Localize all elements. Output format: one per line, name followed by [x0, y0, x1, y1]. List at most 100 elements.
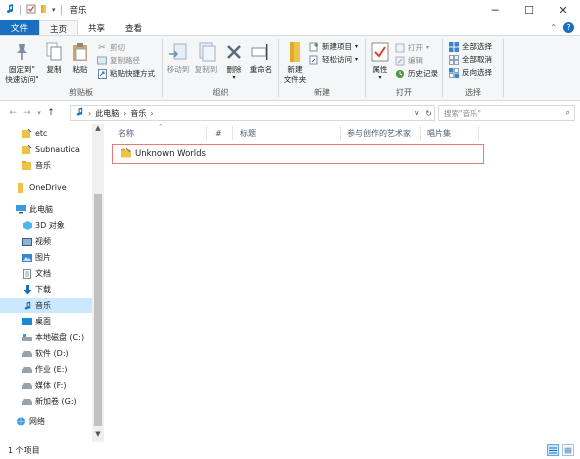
search-icon[interactable]: ⌕: [566, 108, 570, 118]
scroll-up-arrow-icon[interactable]: ▲: [92, 124, 104, 136]
column-divider[interactable]: [232, 126, 233, 140]
nav-item-etc[interactable]: etc: [0, 126, 92, 141]
history-label: 历史记录: [408, 69, 438, 78]
this-pc-icon: [16, 205, 26, 215]
details-view-icon[interactable]: [547, 444, 559, 456]
delete-button[interactable]: 删除 ▾: [223, 40, 245, 81]
nav-item-downloads[interactable]: 下载: [0, 282, 92, 297]
navigation-pane: etc Subnautica 音乐 OneDrive 此电脑 3D 对象 视频 …: [0, 124, 104, 442]
nav-item-3d-objects[interactable]: 3D 对象: [0, 218, 92, 233]
tab-file[interactable]: 文件: [0, 20, 40, 36]
move-to-button[interactable]: 移动到: [165, 40, 191, 75]
column-header-number[interactable]: #: [215, 124, 222, 142]
easy-access-button[interactable]: 轻松访问 ▾: [309, 54, 358, 65]
nav-item-network[interactable]: 网络: [0, 414, 92, 429]
column-header-album[interactable]: 唱片集: [427, 124, 451, 142]
column-header-name[interactable]: 名称: [118, 124, 134, 142]
select-all-button[interactable]: 全部选择: [449, 41, 492, 52]
new-item-button[interactable]: 新建项目 ▾: [309, 41, 358, 52]
tab-view[interactable]: 查看: [115, 20, 152, 36]
forward-arrow-icon[interactable]: →: [20, 108, 34, 118]
nav-item-desktop[interactable]: 桌面: [0, 314, 92, 329]
rename-button[interactable]: 重命名: [247, 40, 275, 75]
properties-button[interactable]: 属性 ▾: [368, 40, 392, 81]
column-divider[interactable]: [478, 126, 479, 140]
paste-button[interactable]: 粘贴: [68, 40, 92, 75]
cut-button[interactable]: ✂ 剪切: [97, 42, 125, 53]
tab-home[interactable]: 主页: [39, 20, 79, 36]
address-dropdown-icon[interactable]: ∨: [414, 109, 419, 117]
properties-dropdown-icon[interactable]: ▾: [378, 75, 381, 81]
ribbon-collapse-icon[interactable]: ⌃: [550, 23, 557, 32]
invert-selection-label: 反向选择: [462, 68, 492, 77]
column-divider[interactable]: [206, 126, 207, 140]
nav-item-pictures[interactable]: 图片: [0, 250, 92, 265]
nav-item-label: Subnautica: [35, 145, 80, 154]
nav-item-drive-f[interactable]: 媒体 (F:): [0, 378, 92, 393]
nav-item-subnautica[interactable]: Subnautica: [0, 142, 92, 157]
delete-dropdown-icon[interactable]: ▾: [232, 75, 235, 81]
close-button[interactable]: ✕: [546, 0, 580, 20]
music-location-icon: [75, 107, 84, 119]
column-divider[interactable]: [420, 126, 421, 140]
paste-shortcut-button[interactable]: 粘贴快捷方式: [97, 68, 155, 79]
scroll-down-arrow-icon[interactable]: ▼: [92, 430, 104, 442]
nav-item-drive-g[interactable]: 新加卷 (G:): [0, 394, 92, 409]
edit-button[interactable]: 编辑: [395, 55, 423, 66]
new-folder-qa-icon[interactable]: [39, 4, 49, 16]
tab-share[interactable]: 共享: [78, 20, 115, 36]
view-switcher: [547, 444, 574, 456]
properties-icon: [369, 40, 391, 64]
nav-item-drive-c[interactable]: 本地磁盘 (C:): [0, 330, 92, 345]
qa-dropdown-icon[interactable]: ▾: [52, 6, 56, 14]
nav-item-onedrive[interactable]: OneDrive: [0, 180, 92, 195]
copy-button[interactable]: 复制: [42, 40, 66, 75]
move-to-label: 移动到: [166, 65, 190, 74]
nav-item-videos[interactable]: 视频: [0, 234, 92, 249]
breadcrumb-chevron-icon[interactable]: ›: [88, 109, 91, 118]
copy-path-button[interactable]: 复制路径: [97, 55, 140, 66]
new-folder-label-line2: 文件夹: [283, 75, 307, 84]
search-input[interactable]: 搜索"音乐" ⌕: [438, 105, 575, 121]
breadcrumb-chevron-icon[interactable]: ›: [150, 109, 153, 118]
invert-selection-button[interactable]: 反向选择: [449, 67, 492, 78]
music-folder-icon: [5, 4, 15, 16]
breadcrumb-chevron-icon[interactable]: ›: [123, 109, 126, 118]
nav-pane-scrollbar[interactable]: ▲ ▼: [92, 124, 104, 442]
back-arrow-icon[interactable]: ←: [6, 108, 20, 118]
properties-qa-icon[interactable]: [26, 4, 36, 16]
nav-item-music-quick[interactable]: 音乐: [0, 158, 92, 173]
breadcrumb-this-pc[interactable]: 此电脑: [95, 108, 119, 119]
minimize-button[interactable]: ─: [478, 0, 512, 20]
refresh-icon[interactable]: ↻: [425, 109, 432, 118]
drive-icon: [22, 349, 32, 359]
open-button[interactable]: 打开 ▾: [395, 42, 429, 53]
column-header-title[interactable]: 标题: [240, 124, 256, 142]
nav-item-music[interactable]: 音乐: [0, 298, 92, 313]
nav-item-drive-d[interactable]: 软件 (D:): [0, 346, 92, 361]
up-arrow-icon[interactable]: ↑: [44, 108, 58, 118]
nav-item-documents[interactable]: 文档: [0, 266, 92, 281]
pin-quick-access-button[interactable]: 固定到" 快速访问": [4, 40, 40, 85]
history-icon: [395, 69, 405, 79]
status-bar: 1 个项目: [0, 442, 580, 459]
column-divider[interactable]: [340, 126, 341, 140]
select-none-button[interactable]: 全部取消: [449, 54, 492, 65]
file-row[interactable]: Unknown Worlds: [112, 144, 484, 164]
nav-item-drive-e[interactable]: 作业 (E:): [0, 362, 92, 377]
copy-to-button[interactable]: 复制到: [193, 40, 219, 75]
pin-label-line1: 固定到": [9, 65, 35, 74]
help-icon[interactable]: ?: [563, 22, 574, 33]
breadcrumb-music[interactable]: 音乐: [130, 108, 146, 119]
new-folder-button[interactable]: 新建 文件夹: [281, 40, 309, 85]
open-dropdown-icon: ▾: [426, 44, 430, 51]
drive-c-icon: [22, 333, 32, 343]
nav-item-this-pc[interactable]: 此电脑: [0, 202, 92, 217]
history-button[interactable]: 历史记录: [395, 68, 438, 79]
maximize-button[interactable]: ☐: [512, 0, 546, 20]
address-bar[interactable]: › 此电脑 › 音乐 › ∨ ↻: [70, 105, 435, 121]
recent-locations-icon[interactable]: ▾: [34, 109, 44, 117]
large-icons-view-icon[interactable]: [562, 444, 574, 456]
scrollbar-thumb[interactable]: [94, 194, 102, 426]
column-header-contributing-artists[interactable]: 参与创作的艺术家: [347, 124, 411, 142]
